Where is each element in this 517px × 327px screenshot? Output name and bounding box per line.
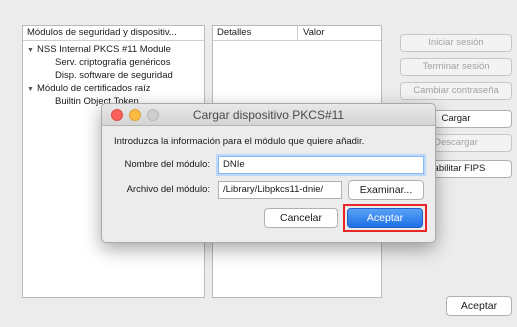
dialog-titlebar[interactable]: Cargar dispositivo PKCS#11 bbox=[102, 104, 435, 126]
load-pkcs11-dialog: Cargar dispositivo PKCS#11 Introduzca la… bbox=[101, 103, 436, 243]
dialog-prompt: Introduzca la información para el módulo… bbox=[114, 136, 365, 147]
module-file-input[interactable]: /Library/Libpkcs11-dnie/ bbox=[218, 181, 342, 199]
details-header: Detalles Valor bbox=[213, 26, 381, 41]
tree-list: ▼ NSS Internal PKCS #11 Module Serv. crip… bbox=[23, 43, 204, 108]
disclosure-triangle-icon[interactable]: ▼ bbox=[27, 83, 37, 96]
cancel-button[interactable]: Cancelar bbox=[264, 208, 338, 228]
tree-item-label: Serv. criptografía genéricos bbox=[55, 57, 171, 68]
dialog-title: Cargar dispositivo PKCS#11 bbox=[192, 108, 345, 122]
tree-item-root-certs[interactable]: ▼ Módulo de certificados raíz bbox=[23, 82, 204, 95]
tree-item-label: NSS Internal PKCS #11 Module bbox=[37, 44, 171, 55]
browse-button[interactable]: Examinar... bbox=[348, 180, 424, 200]
module-name-input[interactable]: DNIe bbox=[218, 156, 424, 174]
change-password-button[interactable]: Cambiar contraseña bbox=[400, 82, 512, 100]
column-divider[interactable] bbox=[297, 26, 298, 41]
tree-item-software-security[interactable]: Disp. software de seguridad bbox=[23, 69, 204, 82]
tree-column-header[interactable]: Módulos de seguridad y dispositiv... bbox=[23, 26, 204, 41]
logout-button[interactable]: Terminar sesión bbox=[400, 58, 512, 76]
disclosure-triangle-icon[interactable]: ▼ bbox=[27, 44, 37, 57]
main-accept-button[interactable]: Aceptar bbox=[446, 296, 512, 316]
accept-button[interactable]: Aceptar bbox=[347, 208, 423, 228]
login-button[interactable]: Iniciar sesión bbox=[400, 34, 512, 52]
tree-item-label: Módulo de certificados raíz bbox=[37, 83, 151, 94]
column-header-value[interactable]: Valor bbox=[303, 27, 324, 38]
tree-item-nss-internal[interactable]: ▼ NSS Internal PKCS #11 Module bbox=[23, 43, 204, 56]
module-name-label: Nombre del módulo: bbox=[124, 159, 210, 170]
module-file-label: Archivo del módulo: bbox=[126, 184, 210, 195]
tree-item-crypto-services[interactable]: Serv. criptografía genéricos bbox=[23, 56, 204, 69]
tree-item-label: Disp. software de seguridad bbox=[55, 70, 173, 81]
column-header-details[interactable]: Detalles bbox=[217, 27, 251, 38]
